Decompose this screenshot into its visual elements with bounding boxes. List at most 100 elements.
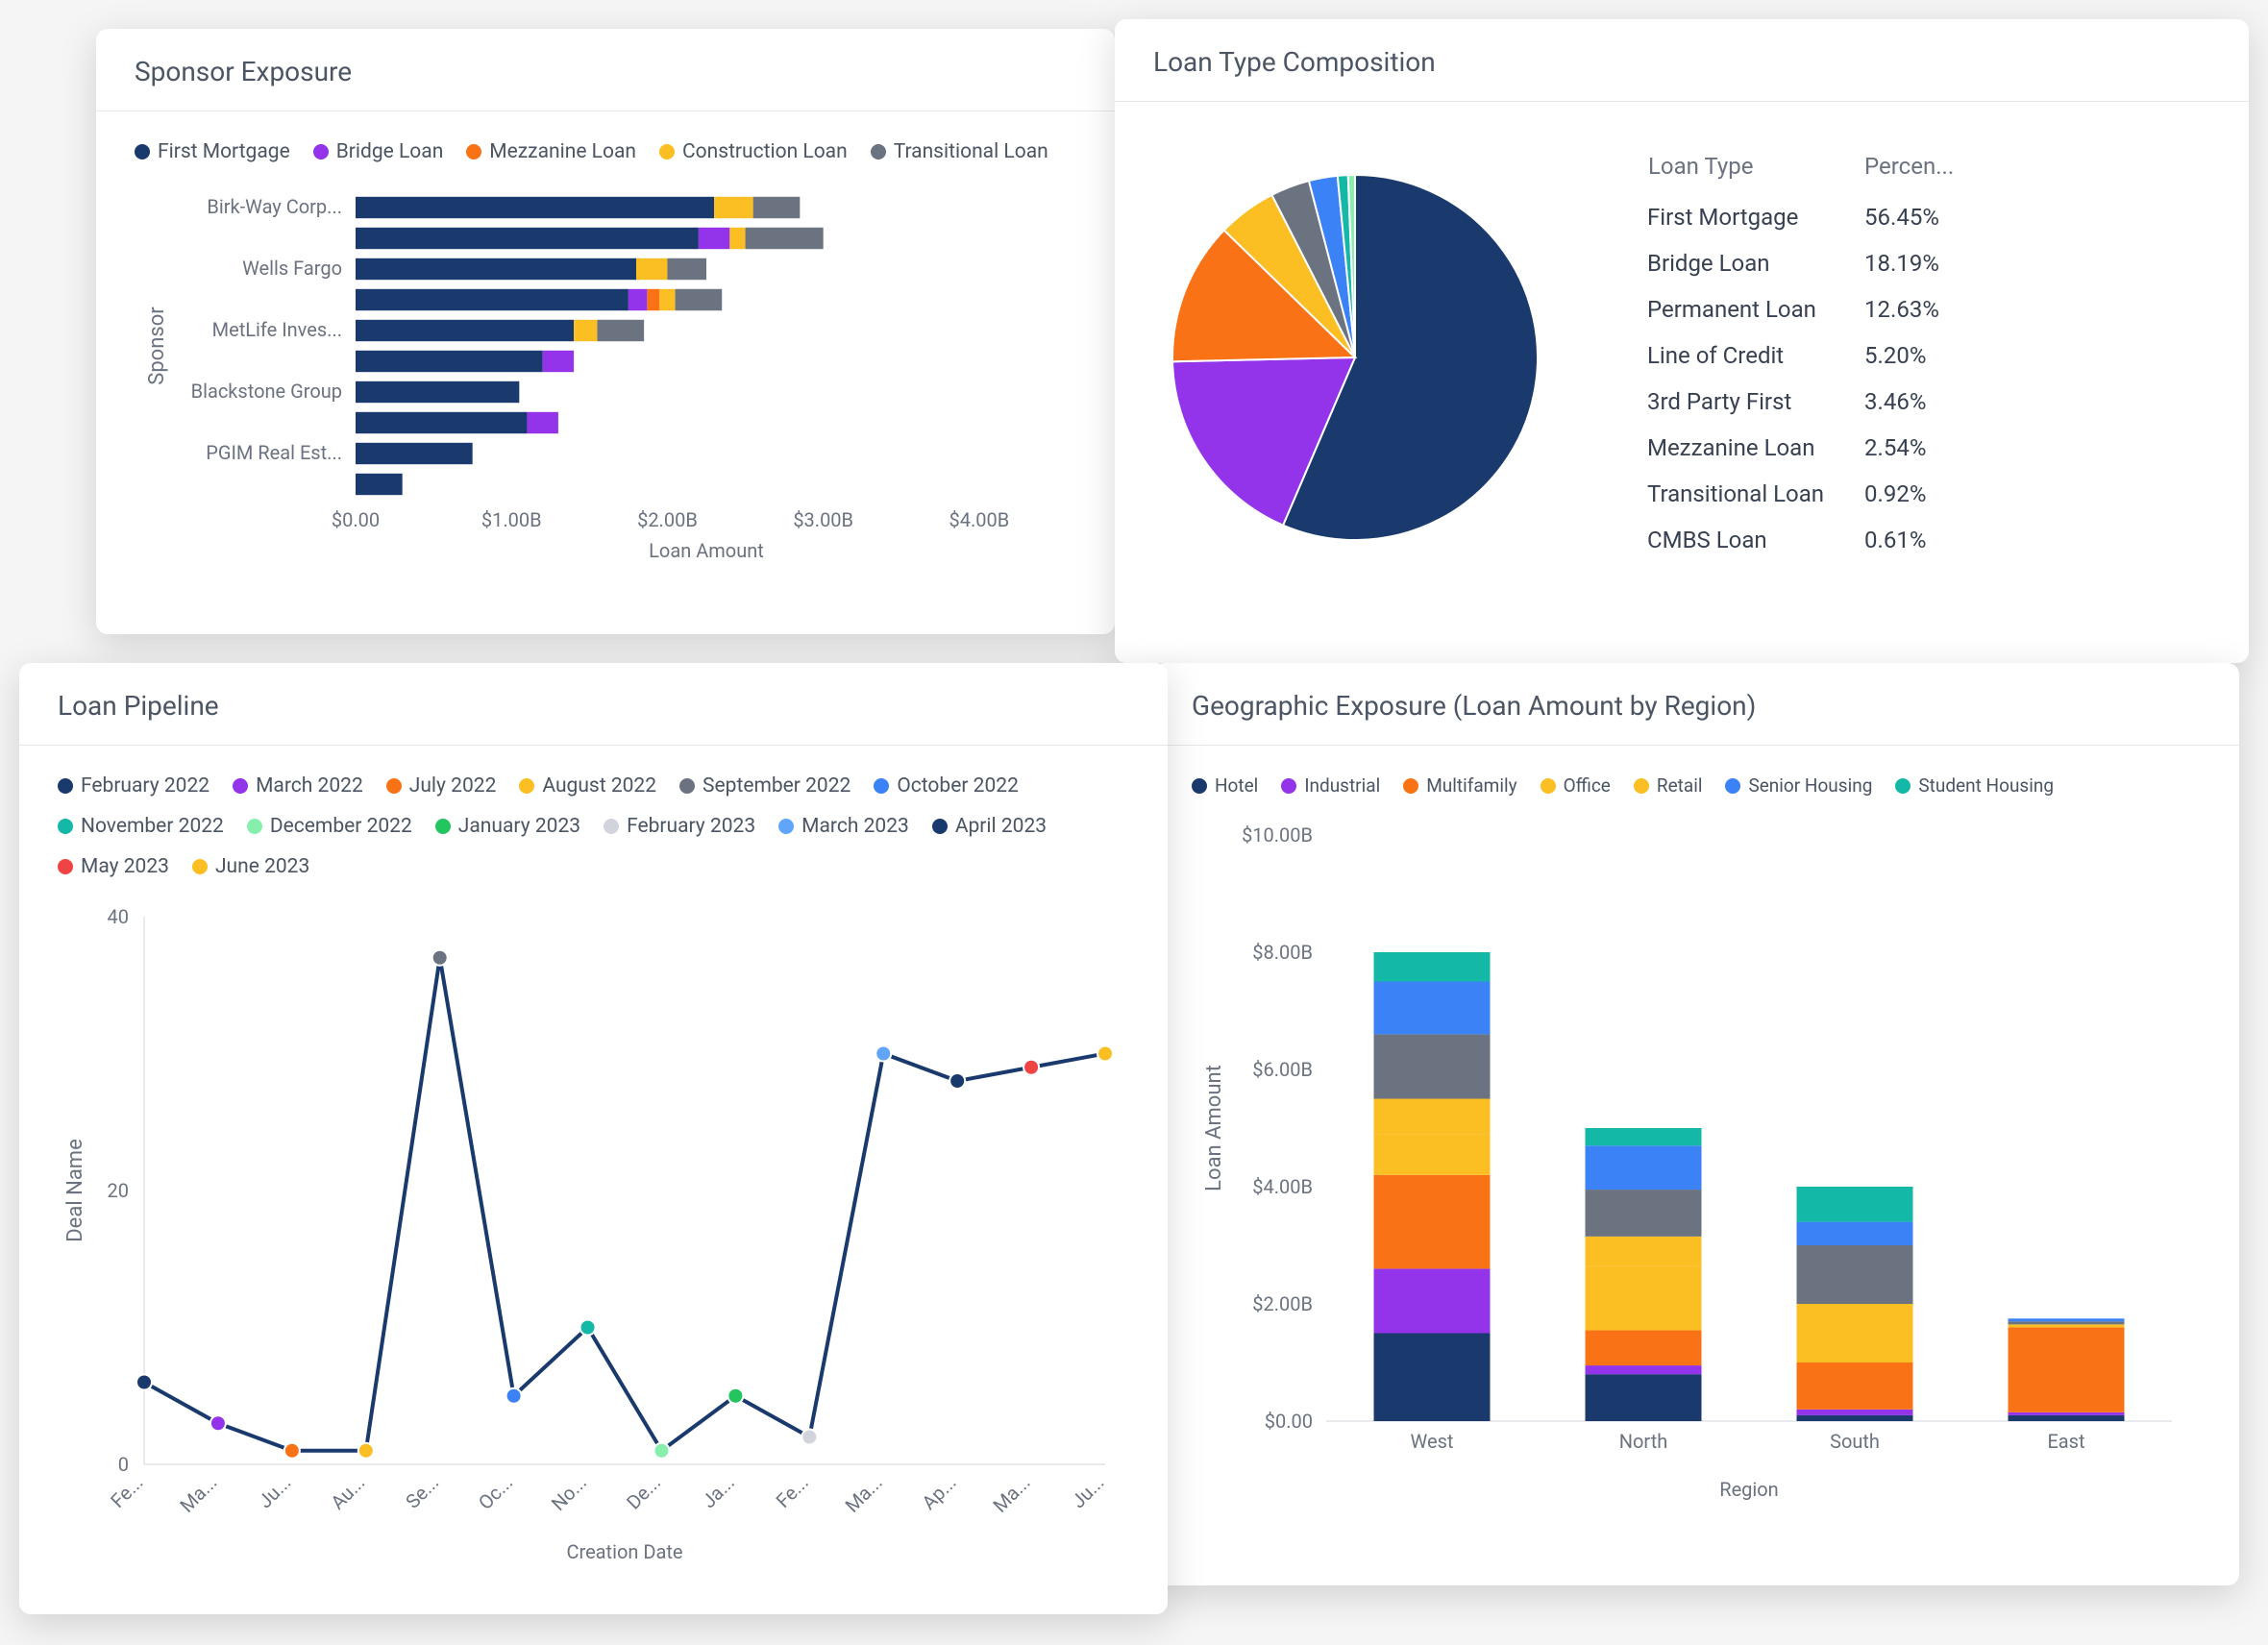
loan-pipeline-card: Loan Pipeline February 2022March 2022Jul… [19,663,1168,1614]
svg-text:Ap...: Ap... [917,1471,960,1514]
legend-label: Bridge Loan [336,140,444,163]
legend-item: Multifamily [1403,774,1516,797]
svg-text:East: East [2047,1430,2084,1453]
loan-type-pie-chart [1153,156,1557,559]
geographic-exposure-chart: $0.00$2.00B$4.00B$6.00B$8.00B$10.00BWest… [1192,816,2201,1508]
legend-label: Office [1564,774,1611,797]
legend-label: March 2023 [801,815,909,838]
legend-item: February 2023 [604,815,755,838]
legend-dot [1541,778,1556,794]
svg-text:Wells Fargo: Wells Fargo [242,257,342,280]
legend-label: May 2023 [81,855,169,878]
sponsor-exposure-legend: First MortgageBridge LoanMezzanine LoanC… [135,140,1076,163]
table-row: Mezzanine Loan 2.54% [1616,426,1955,470]
svg-text:Loan Amount: Loan Amount [1202,1065,1226,1191]
svg-text:Blackstone Group: Blackstone Group [191,380,342,403]
svg-text:Ju...: Ju... [254,1471,296,1513]
legend-item: Mezzanine Loan [466,140,636,163]
legend-item: March 2023 [778,815,909,838]
loan-type-pct: 18.19% [1826,241,1955,285]
legend-dot [466,144,481,160]
geographic-exposure-legend: HotelIndustrialMultifamilyOfficeRetailSe… [1192,774,2201,797]
legend-label: September 2022 [703,774,850,798]
legend-label: Transitional Loan [894,140,1048,163]
svg-text:Sponsor: Sponsor [145,307,169,385]
svg-text:No...: No... [547,1471,591,1515]
geographic-exposure-title: Geographic Exposure (Loan Amount by Regi… [1153,663,2239,746]
legend-item: March 2022 [233,774,363,798]
legend-dot [192,859,208,874]
svg-text:$4.00B: $4.00B [949,508,1010,531]
svg-text:North: North [1619,1430,1668,1453]
legend-dot [1634,778,1649,794]
svg-text:$0.00: $0.00 [1265,1410,1313,1433]
legend-item: Office [1541,774,1611,797]
legend-label: February 2022 [81,774,210,798]
loan-type-pct: 0.61% [1826,518,1955,562]
sponsor-exposure-card: Sponsor Exposure First MortgageBridge Lo… [96,29,1115,634]
loan-type-header-type: Loan Type [1647,152,1824,193]
svg-text:$8.00B: $8.00B [1252,941,1313,964]
loan-type-label: Permanent Loan [1647,287,1824,331]
svg-text:$4.00B: $4.00B [1252,1175,1313,1198]
legend-item: Senior Housing [1725,774,1872,797]
svg-text:MetLife Inves...: MetLife Inves... [212,318,342,341]
legend-label: December 2022 [270,815,412,838]
legend-item: September 2022 [679,774,850,798]
legend-dot [932,819,948,834]
svg-text:De...: De... [622,1471,665,1514]
legend-dot [874,778,889,794]
legend-item: Transitional Loan [871,140,1048,163]
legend-label: Hotel [1215,774,1258,797]
legend-label: January 2023 [458,815,580,838]
svg-text:Ju...: Ju... [1067,1471,1109,1513]
legend-item: February 2022 [58,774,210,798]
svg-text:40: 40 [108,905,129,928]
dashboard: Sponsor Exposure First MortgageBridge Lo… [19,19,2249,1626]
legend-item: January 2023 [435,815,580,838]
legend-item: April 2023 [932,815,1047,838]
loan-type-pct: 0.92% [1826,472,1955,516]
loan-type-pct: 56.45% [1826,195,1955,239]
legend-item: July 2022 [386,774,497,798]
table-row: Transitional Loan 0.92% [1616,472,1955,516]
loan-pipeline-legend: February 2022March 2022July 2022August 2… [58,774,1115,878]
legend-dot [519,778,534,794]
legend-item: Hotel [1192,774,1258,797]
geographic-exposure-card: Geographic Exposure (Loan Amount by Regi… [1153,663,2239,1585]
loan-type-title: Loan Type Composition [1115,19,2249,102]
svg-text:$1.00B: $1.00B [481,508,542,531]
loan-type-table: Loan Type Percen... First Mortgage 56.45… [1615,150,1957,564]
legend-dot [1192,778,1207,794]
legend-item: May 2023 [58,855,169,878]
legend-label: First Mortgage [158,140,290,163]
legend-dot [58,778,73,794]
loan-type-label: Line of Credit [1647,333,1824,378]
table-row: Bridge Loan 18.19% [1616,241,1955,285]
legend-label: February 2023 [627,815,755,838]
legend-item: December 2022 [247,815,412,838]
legend-label: October 2022 [897,774,1019,798]
loan-type-label: CMBS Loan [1647,518,1824,562]
loan-pipeline-chart: 02040Fe...Ma...Ju...Au...Se...Oc...No...… [58,897,1134,1570]
svg-text:West: West [1411,1430,1454,1453]
table-row: 3rd Party First 3.46% [1616,380,1955,424]
legend-dot [679,778,695,794]
legend-label: Retail [1657,774,1703,797]
legend-dot [1281,778,1296,794]
svg-text:$3.00B: $3.00B [793,508,853,531]
sponsor-exposure-chart: Birk-Way Corp...Wells FargoMetLife Inves… [135,183,1076,567]
legend-dot [1403,778,1418,794]
svg-text:20: 20 [108,1179,129,1202]
svg-text:Oc...: Oc... [474,1471,517,1514]
loan-type-pct: 5.20% [1826,333,1955,378]
legend-dot [247,819,262,834]
legend-dot [313,144,329,160]
svg-text:Se...: Se... [401,1471,443,1513]
legend-item: October 2022 [874,774,1019,798]
svg-text:Ma...: Ma... [841,1471,887,1517]
legend-dot [386,778,402,794]
legend-dot [1895,778,1911,794]
loan-type-label: 3rd Party First [1647,380,1824,424]
svg-text:Ma...: Ma... [175,1471,221,1517]
